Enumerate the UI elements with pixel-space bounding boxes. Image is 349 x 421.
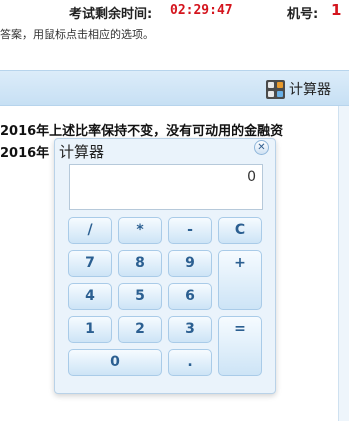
calculator-button[interactable]: 计算器: [266, 78, 331, 100]
key-6[interactable]: 6: [168, 283, 212, 310]
key-clear[interactable]: C: [218, 217, 262, 244]
calculator-display: 0: [69, 164, 263, 210]
seat-label: 机号:: [287, 7, 319, 22]
key-1[interactable]: 1: [68, 316, 112, 343]
seat-value: 1: [331, 1, 342, 19]
key-3[interactable]: 3: [168, 316, 212, 343]
key-subtract[interactable]: -: [168, 217, 212, 244]
scrollbar[interactable]: [338, 106, 349, 421]
calculator-window[interactable]: 计算器 ✕ 0 / * - C 7 8 9 + 4 5 6 1 2 3 = 0 …: [54, 138, 276, 394]
key-decimal[interactable]: .: [168, 349, 212, 376]
key-4[interactable]: 4: [68, 283, 112, 310]
exam-header: 考试剩余时间: 02:29:47 机号: 1: [0, 0, 349, 22]
key-multiply[interactable]: *: [118, 217, 162, 244]
key-8[interactable]: 8: [118, 250, 162, 277]
toolbar: 计算器: [0, 70, 349, 106]
question-text-line-1: 2016年上述比率保持不变，没有可动用的金融资: [0, 124, 284, 139]
key-9[interactable]: 9: [168, 250, 212, 277]
calculator-button-label: 计算器: [289, 82, 331, 98]
timer-label: 考试剩余时间:: [69, 7, 153, 22]
close-icon[interactable]: ✕: [254, 140, 269, 155]
timer-value: 02:29:47: [170, 3, 233, 18]
key-add[interactable]: +: [218, 250, 262, 310]
key-2[interactable]: 2: [118, 316, 162, 343]
instruction-text: 答案，用鼠标点击相应的选项。: [0, 28, 154, 41]
calculator-icon: [266, 79, 285, 99]
key-equals[interactable]: =: [218, 316, 262, 376]
key-7[interactable]: 7: [68, 250, 112, 277]
key-0[interactable]: 0: [68, 349, 162, 376]
key-divide[interactable]: /: [68, 217, 112, 244]
calculator-title: 计算器: [59, 143, 105, 161]
key-5[interactable]: 5: [118, 283, 162, 310]
question-text-line-2: 2016年: [0, 146, 50, 161]
